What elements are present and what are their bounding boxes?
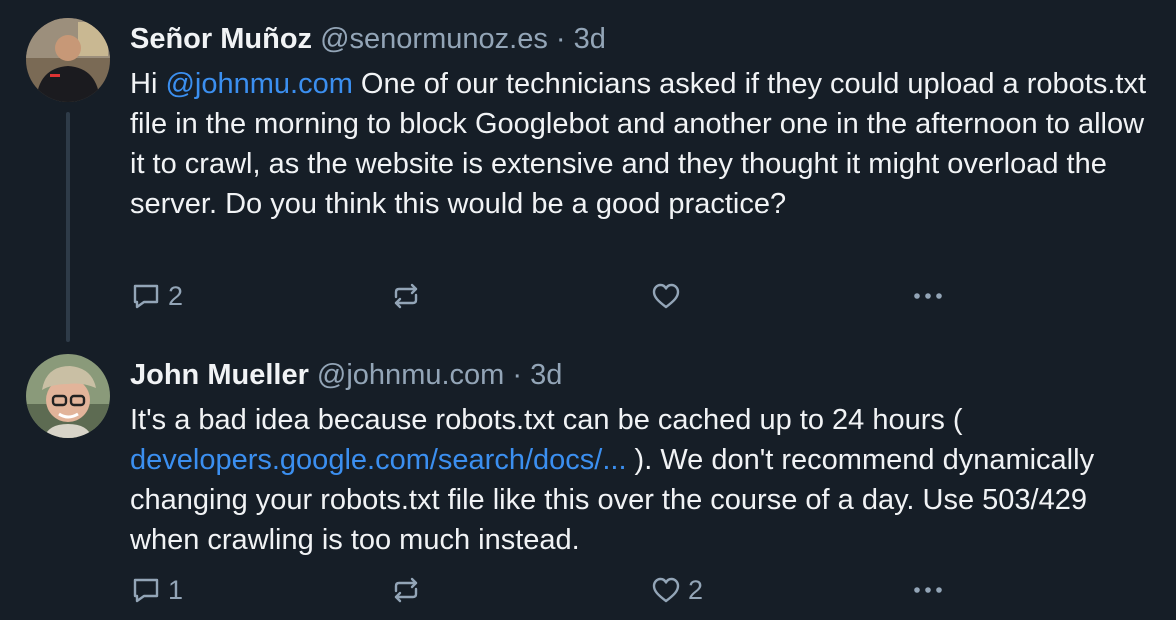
author-name[interactable]: John Mueller	[130, 359, 309, 391]
post-thread: Señor Muñoz @senormunoz.es · 3d Hi @john…	[0, 0, 1176, 620]
post-text-start: It's a bad idea because robots.txt can b…	[130, 404, 963, 436]
reply-count: 2	[168, 280, 184, 311]
repost-button[interactable]	[390, 276, 428, 316]
post-actions: 1 2	[130, 570, 970, 610]
post-text-start: Hi	[130, 68, 166, 100]
post-john-mueller[interactable]: John Mueller @johnmu.com · 3d It's a bad…	[0, 340, 1176, 620]
header-separator: ·	[555, 23, 566, 55]
like-count: 2	[688, 574, 704, 605]
more-options-button[interactable]	[910, 570, 946, 610]
reply-button[interactable]: 1	[130, 570, 183, 610]
post-header: Señor Muñoz @senormunoz.es · 3d	[130, 20, 1146, 58]
post-senor-munoz[interactable]: Señor Muñoz @senormunoz.es · 3d Hi @john…	[0, 0, 1176, 342]
like-button[interactable]	[650, 276, 688, 316]
post-text: Hi @johnmu.com One of our technicians as…	[130, 64, 1146, 224]
reply-icon	[130, 574, 162, 606]
reply-count: 1	[168, 574, 184, 605]
post-header: John Mueller @johnmu.com · 3d	[130, 356, 1146, 394]
post-text: It's a bad idea because robots.txt can b…	[130, 400, 1146, 560]
avatar-john-mueller[interactable]	[26, 354, 110, 438]
like-icon	[650, 280, 682, 312]
author-handle[interactable]: @johnmu.com	[317, 359, 504, 391]
repost-button[interactable]	[390, 570, 428, 610]
repost-icon	[390, 280, 422, 312]
author-handle[interactable]: @senormunoz.es	[320, 23, 548, 55]
repost-icon	[390, 574, 422, 606]
more-options-icon	[910, 280, 946, 312]
more-options-button[interactable]	[910, 276, 946, 316]
reply-button[interactable]: 2	[130, 276, 183, 316]
external-link[interactable]: developers.google.com/search/docs/...	[130, 444, 627, 476]
reply-icon	[130, 280, 162, 312]
like-button[interactable]: 2	[650, 570, 703, 610]
post-timestamp[interactable]: 3d	[530, 359, 562, 391]
like-icon	[650, 574, 682, 606]
thread-connector-line	[66, 112, 70, 342]
author-name[interactable]: Señor Muñoz	[130, 23, 312, 55]
post-actions: 2	[130, 276, 970, 316]
post-timestamp[interactable]: 3d	[574, 23, 606, 55]
more-options-icon	[910, 574, 946, 606]
mention-link[interactable]: @johnmu.com	[165, 68, 352, 100]
avatar-senor-munoz[interactable]	[26, 18, 110, 102]
header-separator: ·	[512, 359, 523, 391]
